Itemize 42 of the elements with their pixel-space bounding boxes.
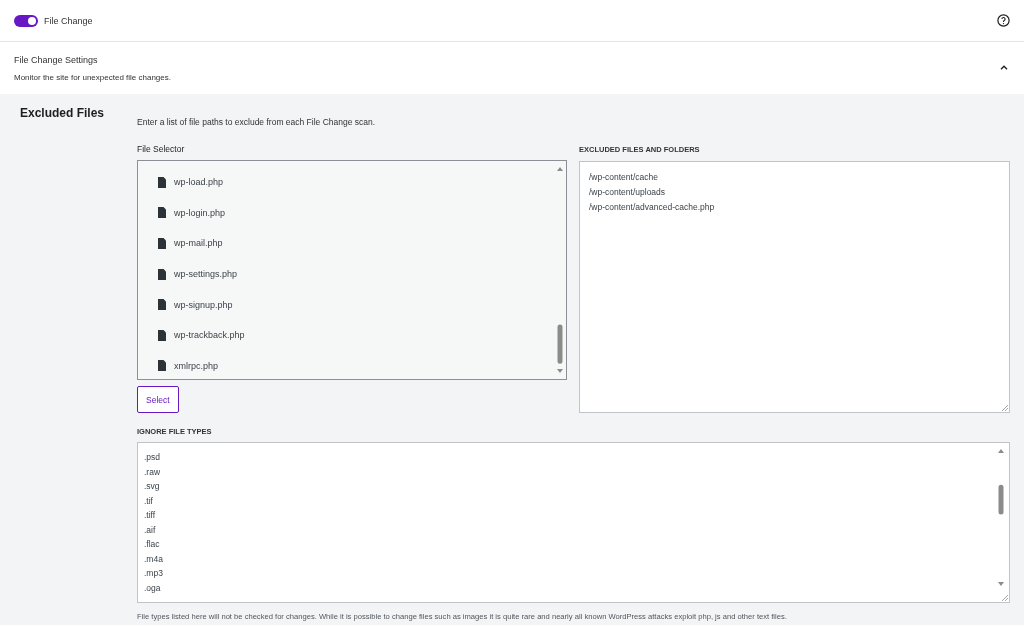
file-type-line: .tiff [144,509,156,522]
field-intro: Enter a list of file paths to exclude from each File Change scan. [137,117,376,127]
file-icon [158,207,166,219]
section-title: File Change Settings [14,55,99,65]
file-type-line: .mp3 [144,567,163,580]
file-type-line: .flac [144,538,160,551]
select-button[interactable]: Select [137,386,179,413]
file-icon [158,176,166,188]
file-type-line: .tif [144,494,153,508]
section-description: Monitor the site for unexpected file changes. [14,73,172,82]
file-name[interactable]: wp-settings.php [174,269,238,280]
file-name[interactable]: wp-signup.php [174,299,233,310]
file-name[interactable]: xmlrpc.php [174,360,218,371]
file-name[interactable]: wp-load.php [174,177,224,188]
file-icon [158,299,166,311]
module-label: File Change [44,15,93,26]
file-name[interactable]: wp-trackback.php [174,330,245,341]
path-line: /wp-content/cache [589,171,658,184]
file-name[interactable]: wp-mail.php [174,238,223,249]
field-heading: Excluded Files [20,106,106,120]
excluded-paths-field[interactable]: /wp-content/cache /wp-content/uploads /wp-content/advanced-cache.php [579,161,1010,413]
file-icon [158,329,166,341]
file-icon [158,238,166,249]
file-name[interactable]: wp-login.php [174,207,226,218]
path-line: /wp-content/uploads [589,186,666,199]
file-type-line: .oga [144,581,161,595]
file-selector-label: File Selector [137,144,185,154]
file-type-line: .m4a [144,552,163,566]
ignore-types-field[interactable]: .psd .raw .svg .tif .tiff .aif .flac .m4a .mp3 .oga [137,442,1010,603]
file-icon [158,360,166,372]
file-icon [158,268,166,280]
resize-handle[interactable] [1001,404,1008,411]
file-type-line: .raw [144,465,161,479]
file-type-line: .svg [144,480,160,493]
file-selector[interactable]: wp-load.php wp-login.php wp-mail.php wp-settings.php wp-signup.php wp-trackback.php xmlrpc.php [137,160,567,380]
file-type-line: .psd [144,451,161,464]
resize-handle[interactable] [1001,594,1008,601]
help-icon[interactable] [997,14,1010,27]
caret-icon[interactable] [1000,65,1008,70]
path-line: /wp-content/advanced-cache.php [589,201,715,214]
file-type-line: .aif [144,523,156,537]
toggle-switch[interactable] [14,14,38,27]
